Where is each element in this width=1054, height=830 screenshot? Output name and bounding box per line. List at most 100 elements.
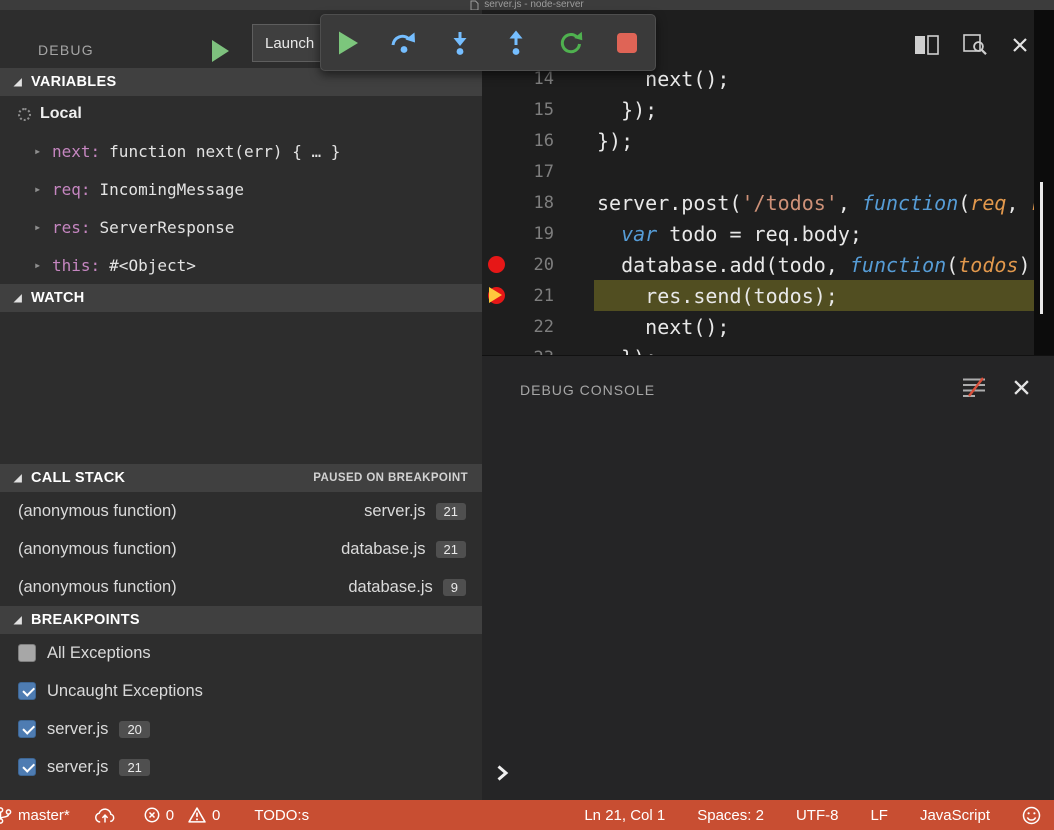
- console-actions: [961, 376, 1030, 403]
- variable-row[interactable]: ▸req:IncomingMessage: [0, 170, 482, 208]
- feedback-smiley-icon: [1022, 806, 1041, 825]
- cloud-upload-icon: [94, 807, 116, 824]
- debug-console-panel: DEBUG CONSOLE: [482, 355, 1054, 800]
- breakpoint-row[interactable]: All Exceptions: [0, 634, 482, 672]
- breakpoint-gutter[interactable]: [482, 342, 510, 355]
- breakpoint-row[interactable]: server.js21: [0, 748, 482, 786]
- scope-icon: [18, 108, 31, 121]
- stop-button[interactable]: [605, 21, 649, 65]
- breakpoint-gutter[interactable]: [482, 125, 510, 156]
- restart-icon: [558, 30, 584, 56]
- status-bar-left: master* 0 0 TODO:s: [0, 800, 309, 830]
- scope-local-row[interactable]: Local: [0, 96, 482, 132]
- step-over-button[interactable]: [382, 21, 426, 65]
- code-line[interactable]: 22 next();: [482, 311, 1034, 342]
- code-text: });: [554, 129, 633, 153]
- publish-item[interactable]: [94, 807, 116, 824]
- line-number: 23: [510, 348, 554, 356]
- breakpoint-gutter[interactable]: [482, 94, 510, 125]
- debug-console-header: DEBUG CONSOLE: [482, 356, 1054, 403]
- continue-button[interactable]: [327, 21, 371, 65]
- code-text: res.send(todos);: [554, 284, 838, 308]
- cursor-position-item[interactable]: Ln 21, Col 1: [584, 807, 665, 824]
- breakpoint-gutter[interactable]: [482, 280, 510, 311]
- expand-icon[interactable]: ▸: [34, 220, 52, 234]
- code-line[interactable]: 21 res.send(todos);: [482, 280, 1034, 311]
- breakpoint-row[interactable]: Uncaught Exceptions: [0, 672, 482, 710]
- code-line[interactable]: 15 });: [482, 94, 1034, 125]
- frame-name: (anonymous function): [18, 502, 177, 521]
- code-line[interactable]: 16});: [482, 125, 1034, 156]
- eol-item[interactable]: LF: [870, 807, 888, 824]
- expand-icon[interactable]: ▸: [34, 144, 52, 158]
- close-editor-button[interactable]: [1012, 37, 1028, 53]
- debug-console-title: DEBUG CONSOLE: [520, 382, 655, 398]
- collapse-icon: ◢: [14, 77, 22, 88]
- expand-icon[interactable]: ▸: [34, 182, 52, 196]
- variable-value: #<Object>: [109, 256, 196, 275]
- variable-row[interactable]: ▸this:#<Object>: [0, 246, 482, 284]
- debug-toolbar: [320, 14, 656, 71]
- breakpoint-row[interactable]: server.js20: [0, 710, 482, 748]
- callstack-frame[interactable]: (anonymous function)server.js21: [0, 492, 482, 530]
- variable-row[interactable]: ▸next:function next(err) { … }: [0, 132, 482, 170]
- frame-location: database.js21: [341, 540, 466, 559]
- code-line[interactable]: 17: [482, 156, 1034, 187]
- breakpoint-checkbox[interactable]: [18, 758, 36, 776]
- callstack-frame[interactable]: (anonymous function)database.js9: [0, 568, 482, 606]
- status-bar-right: Ln 21, Col 1 Spaces: 2 UTF-8 LF JavaScri…: [584, 800, 1054, 830]
- split-editor-button[interactable]: [914, 35, 939, 55]
- feedback-button[interactable]: [1022, 806, 1041, 825]
- step-into-button[interactable]: [438, 21, 482, 65]
- variable-row[interactable]: ▸res:ServerResponse: [0, 208, 482, 246]
- breakpoint-checkbox[interactable]: [18, 720, 36, 738]
- scrollbar-thumb[interactable]: [1040, 182, 1043, 314]
- clear-console-button[interactable]: [961, 376, 987, 403]
- line-number: 18: [510, 193, 554, 213]
- breakpoints-section-header[interactable]: ◢ BREAKPOINTS: [0, 606, 482, 634]
- warnings-item[interactable]: 0: [188, 807, 220, 824]
- watch-section-header[interactable]: ◢ WATCH: [0, 284, 482, 312]
- expand-icon[interactable]: ▸: [34, 258, 52, 272]
- breakpoint-checkbox[interactable]: [18, 682, 36, 700]
- callstack-section-header[interactable]: ◢ CALL STACK PAUSED ON BREAKPOINT: [0, 464, 482, 492]
- breakpoint-gutter[interactable]: [482, 311, 510, 342]
- git-branch-icon: [0, 806, 12, 825]
- encoding-item[interactable]: UTF-8: [796, 807, 839, 824]
- callstack-frame[interactable]: (anonymous function)database.js21: [0, 530, 482, 568]
- code-area: 14 next();15 });16});1718server.post('/t…: [482, 63, 1034, 355]
- breakpoint-gutter[interactable]: [482, 249, 510, 280]
- console-input-row[interactable]: [496, 764, 509, 787]
- watch-empty-area: [0, 312, 482, 464]
- code-text: next();: [554, 315, 729, 339]
- frame-line-badge: 21: [436, 503, 466, 520]
- collapse-icon: ◢: [14, 293, 22, 304]
- code-line[interactable]: 19 var todo = req.body;: [482, 218, 1034, 249]
- warning-icon: [188, 807, 206, 823]
- indentation-item[interactable]: Spaces: 2: [697, 807, 764, 824]
- code-line[interactable]: 18server.post('/todos', function(req, re…: [482, 187, 1034, 218]
- frame-line-badge: 21: [436, 541, 466, 558]
- paused-status-label: PAUSED ON BREAKPOINT: [313, 472, 468, 484]
- start-debug-icon[interactable]: [212, 40, 229, 62]
- breakpoint-gutter[interactable]: [482, 187, 510, 218]
- breakpoint-checkbox[interactable]: [18, 644, 36, 662]
- step-out-button[interactable]: [494, 21, 538, 65]
- close-console-button[interactable]: [1013, 379, 1030, 401]
- open-preview-button[interactable]: [963, 34, 988, 55]
- variables-section-header[interactable]: ◢ VARIABLES: [0, 68, 482, 96]
- code-line[interactable]: 20 database.add(todo, function(todos) {: [482, 249, 1034, 280]
- breakpoint-gutter[interactable]: [482, 156, 510, 187]
- code-line[interactable]: 23 });: [482, 342, 1034, 355]
- breakpoint-line-badge: 20: [119, 721, 149, 738]
- status-bar: master* 0 0 TODO:s Ln 21, Col 1 Spaces: …: [0, 800, 1054, 830]
- problems-item[interactable]: 0: [144, 807, 174, 824]
- close-icon: [1012, 37, 1028, 53]
- restart-button[interactable]: [549, 21, 593, 65]
- todo-item[interactable]: TODO:s: [254, 807, 309, 824]
- breakpoint-gutter[interactable]: [482, 218, 510, 249]
- editor-scrollbar[interactable]: [1034, 10, 1054, 355]
- launch-config-label: Launch: [265, 35, 314, 52]
- language-mode-item[interactable]: JavaScript: [920, 807, 990, 824]
- git-branch-item[interactable]: master*: [0, 806, 70, 825]
